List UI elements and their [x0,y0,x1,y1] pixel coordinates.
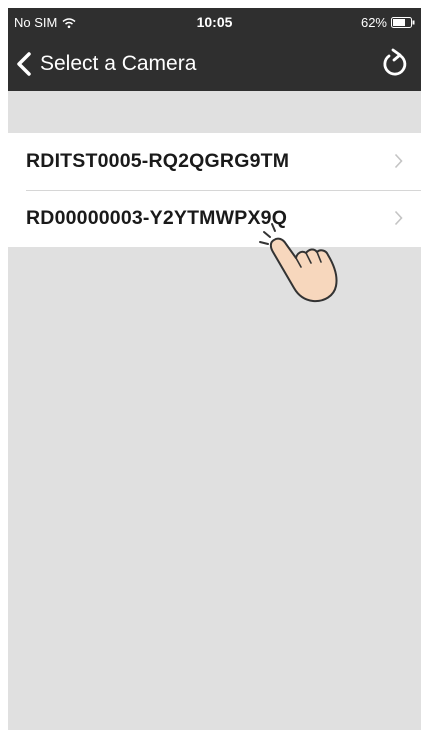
navigation-bar: Select a Camera [8,36,421,91]
camera-name: RDITST0005-RQ2QGRG9TM [26,150,290,172]
camera-list-item[interactable]: RDITST0005-RQ2QGRG9TM [8,133,421,190]
camera-list-item[interactable]: RD00000003-Y2YTMWPX9Q [8,190,421,247]
back-button[interactable]: Select a Camera [14,36,196,91]
refresh-icon[interactable] [379,48,411,80]
pointing-hand-icon [259,223,338,303]
battery-percent: 62% [360,15,387,30]
status-bar: No SIM 10:05 62% [8,8,421,36]
status-right: 62% [361,15,415,30]
chevron-right-icon [394,153,403,169]
camera-list: RDITST0005-RQ2QGRG9TM RD00000003-Y2YTMWP… [8,133,421,247]
camera-name: RD00000003-Y2YTMWPX9Q [26,207,288,229]
chevron-right-icon [394,210,403,226]
phone-screen: No SIM 10:05 62% Select a Camera RDITST0… [8,8,421,730]
battery-icon [391,17,415,28]
page-title: Select a Camera [40,51,197,75]
chevron-left-icon [17,51,31,76]
status-time: 10:05 [196,14,233,30]
